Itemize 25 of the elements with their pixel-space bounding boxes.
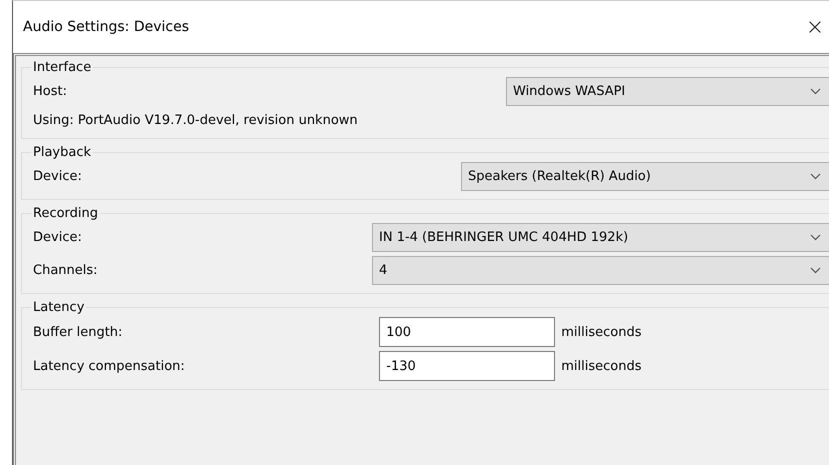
field-label: Buffer length: — [33, 324, 124, 340]
chevron-down-icon — [810, 234, 821, 241]
unit-label: milliseconds — [561, 324, 643, 340]
field-label: Host: — [33, 84, 68, 99]
dropdown[interactable]: IN 1-4 (BEHRINGER UMC 404HD 192k) — [372, 223, 829, 252]
unit-label: milliseconds — [561, 358, 643, 374]
field-label: Latency compensation: — [33, 358, 186, 374]
group-title: Latency — [32, 300, 86, 315]
chevron-down-icon — [810, 88, 821, 95]
dropdown[interactable]: Speakers (Realtek(R) Audio) — [461, 162, 829, 191]
group-title: Recording — [32, 206, 100, 221]
dropdown[interactable]: 4 — [372, 256, 829, 285]
close-button[interactable]: × — [800, 12, 829, 42]
dropdown[interactable]: Windows WASAPI — [506, 77, 829, 106]
input-field[interactable]: -130 — [379, 351, 556, 381]
field-label: Device: — [33, 169, 83, 184]
group-title: Playback — [32, 145, 92, 160]
field-label: Device: — [33, 230, 83, 245]
chevron-down-icon — [810, 173, 821, 180]
window-title: Audio Settings: Devices — [23, 19, 190, 35]
chevron-down-icon — [810, 267, 821, 274]
input-field[interactable]: 100 — [379, 317, 556, 347]
field-label: Channels: — [33, 263, 99, 278]
group-title: Interface — [32, 60, 92, 75]
info-text: Using: PortAudio V19.7.0-devel, revision unknown — [33, 112, 359, 130]
